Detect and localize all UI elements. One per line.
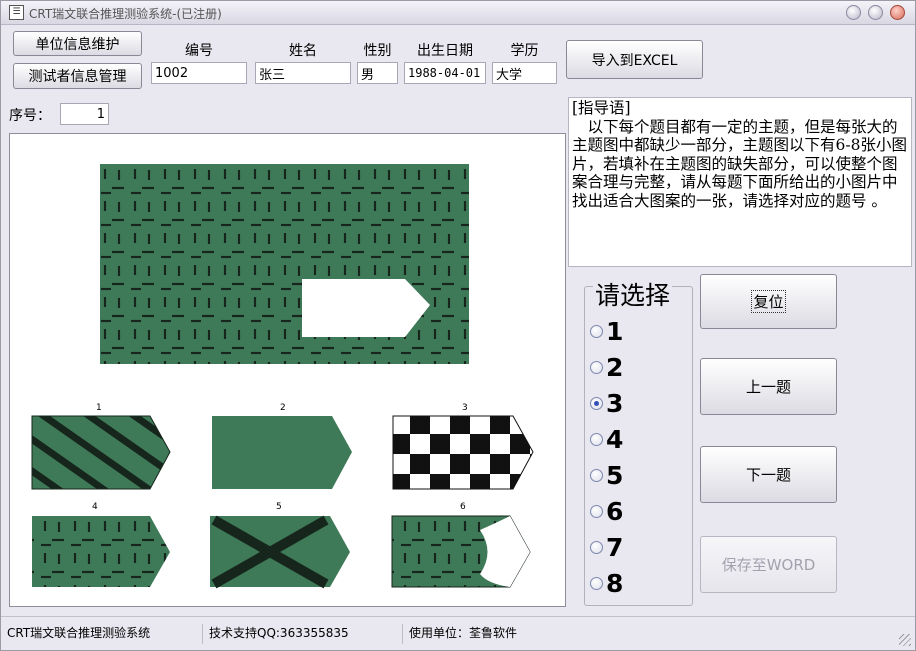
tester-info-button[interactable]: 测试者信息管理 [13, 63, 142, 89]
radio-icon[interactable] [590, 576, 603, 590]
radio-selected-icon[interactable] [590, 396, 603, 410]
option-4: 4 [32, 502, 170, 587]
unit-info-button[interactable]: 单位信息维护 [13, 31, 142, 56]
next-question-button[interactable]: 下一题 [700, 446, 837, 503]
option-2: 2 [212, 403, 352, 489]
choice-7[interactable]: 7 [590, 532, 623, 562]
prev-question-button[interactable]: 上一题 [700, 358, 837, 415]
status-support: 技术支持QQ:363355835 [203, 624, 403, 644]
title-bar[interactable]: ☰ CRT瑞文联合推理测验系统-(已注册) [1, 1, 915, 25]
maximize-button[interactable] [868, 5, 883, 20]
edu-label: 学历 [510, 43, 539, 59]
choose-title: 请选择 [593, 276, 673, 312]
id-field[interactable] [151, 62, 247, 84]
option-number: 4 [92, 502, 98, 512]
choice-3[interactable]: 3 [590, 388, 623, 418]
radio-icon[interactable] [590, 468, 603, 482]
option-1: 1 [31, 403, 171, 490]
status-user-unit: 使用单位：荃鲁软件 [409, 626, 518, 640]
radio-icon[interactable] [590, 324, 603, 338]
puzzle-image: 1 2 3 4 5 6 [9, 133, 566, 607]
main-pattern [100, 164, 469, 364]
reset-button[interactable]: 复位 [700, 274, 837, 329]
radio-icon[interactable] [590, 432, 603, 446]
guide-panel: [指导语] 以下每个题目都有一定的主题，但是每张大的主题图中都缺少一部分，主题图… [568, 97, 912, 267]
edu-field[interactable] [492, 62, 557, 84]
puzzle-svg: 1 2 3 4 5 6 [31, 164, 534, 589]
status-bar: CRT瑞文联合推理测验系统 技术支持QQ:363355835 使用单位：荃鲁软件 [1, 616, 915, 650]
name-field[interactable] [255, 62, 351, 84]
option-number: 2 [280, 403, 286, 413]
option-number: 3 [462, 403, 468, 413]
minimize-button[interactable] [846, 5, 861, 20]
window-title: CRT瑞文联合推理测验系统-(已注册) [29, 7, 222, 21]
option-6: 6 [391, 502, 531, 588]
choice-4[interactable]: 4 [590, 424, 623, 454]
name-label: 姓名 [289, 43, 317, 59]
birth-field[interactable] [404, 62, 486, 84]
choice-2[interactable]: 2 [590, 352, 623, 382]
birth-label: 出生日期 [417, 43, 473, 59]
export-excel-button[interactable]: 导入到EXCEL [566, 40, 703, 79]
status-app-name: CRT瑞文联合推理测验系统 [1, 624, 203, 644]
app-window: ☰ CRT瑞文联合推理测验系统-(已注册) 单位信息维护 测试者信息管理 编号 … [0, 0, 916, 651]
choice-1[interactable]: 1 [590, 316, 623, 346]
missing-piece [302, 279, 430, 337]
gender-field[interactable] [357, 62, 398, 84]
option-number: 1 [96, 403, 102, 413]
save-word-button[interactable]: 保存至WORD [700, 536, 837, 593]
reset-label: 复位 [751, 290, 786, 313]
seq-label: 序号： [9, 108, 51, 124]
choice-5[interactable]: 5 [590, 460, 623, 490]
seq-field[interactable] [60, 103, 109, 125]
resize-grip-icon[interactable] [899, 634, 911, 646]
radio-icon[interactable] [590, 540, 603, 554]
guide-body: 以下每个题目都有一定的主题，但是每张大的主题图中都缺少一部分，主题图以下有6-8… [572, 117, 907, 210]
choice-6[interactable]: 6 [590, 496, 623, 526]
gender-label: 性别 [363, 43, 392, 59]
option-5: 5 [210, 502, 350, 589]
guide-heading: [指导语] [572, 99, 631, 117]
option-number: 5 [276, 502, 282, 512]
radio-icon[interactable] [590, 360, 603, 374]
option-3: 3 [392, 403, 534, 490]
choice-8[interactable]: 8 [590, 568, 623, 598]
radio-icon[interactable] [590, 504, 603, 518]
option-number: 6 [460, 502, 466, 512]
close-button[interactable] [890, 5, 905, 20]
app-icon: ☰ [9, 5, 24, 20]
id-label: 编号 [185, 43, 213, 59]
